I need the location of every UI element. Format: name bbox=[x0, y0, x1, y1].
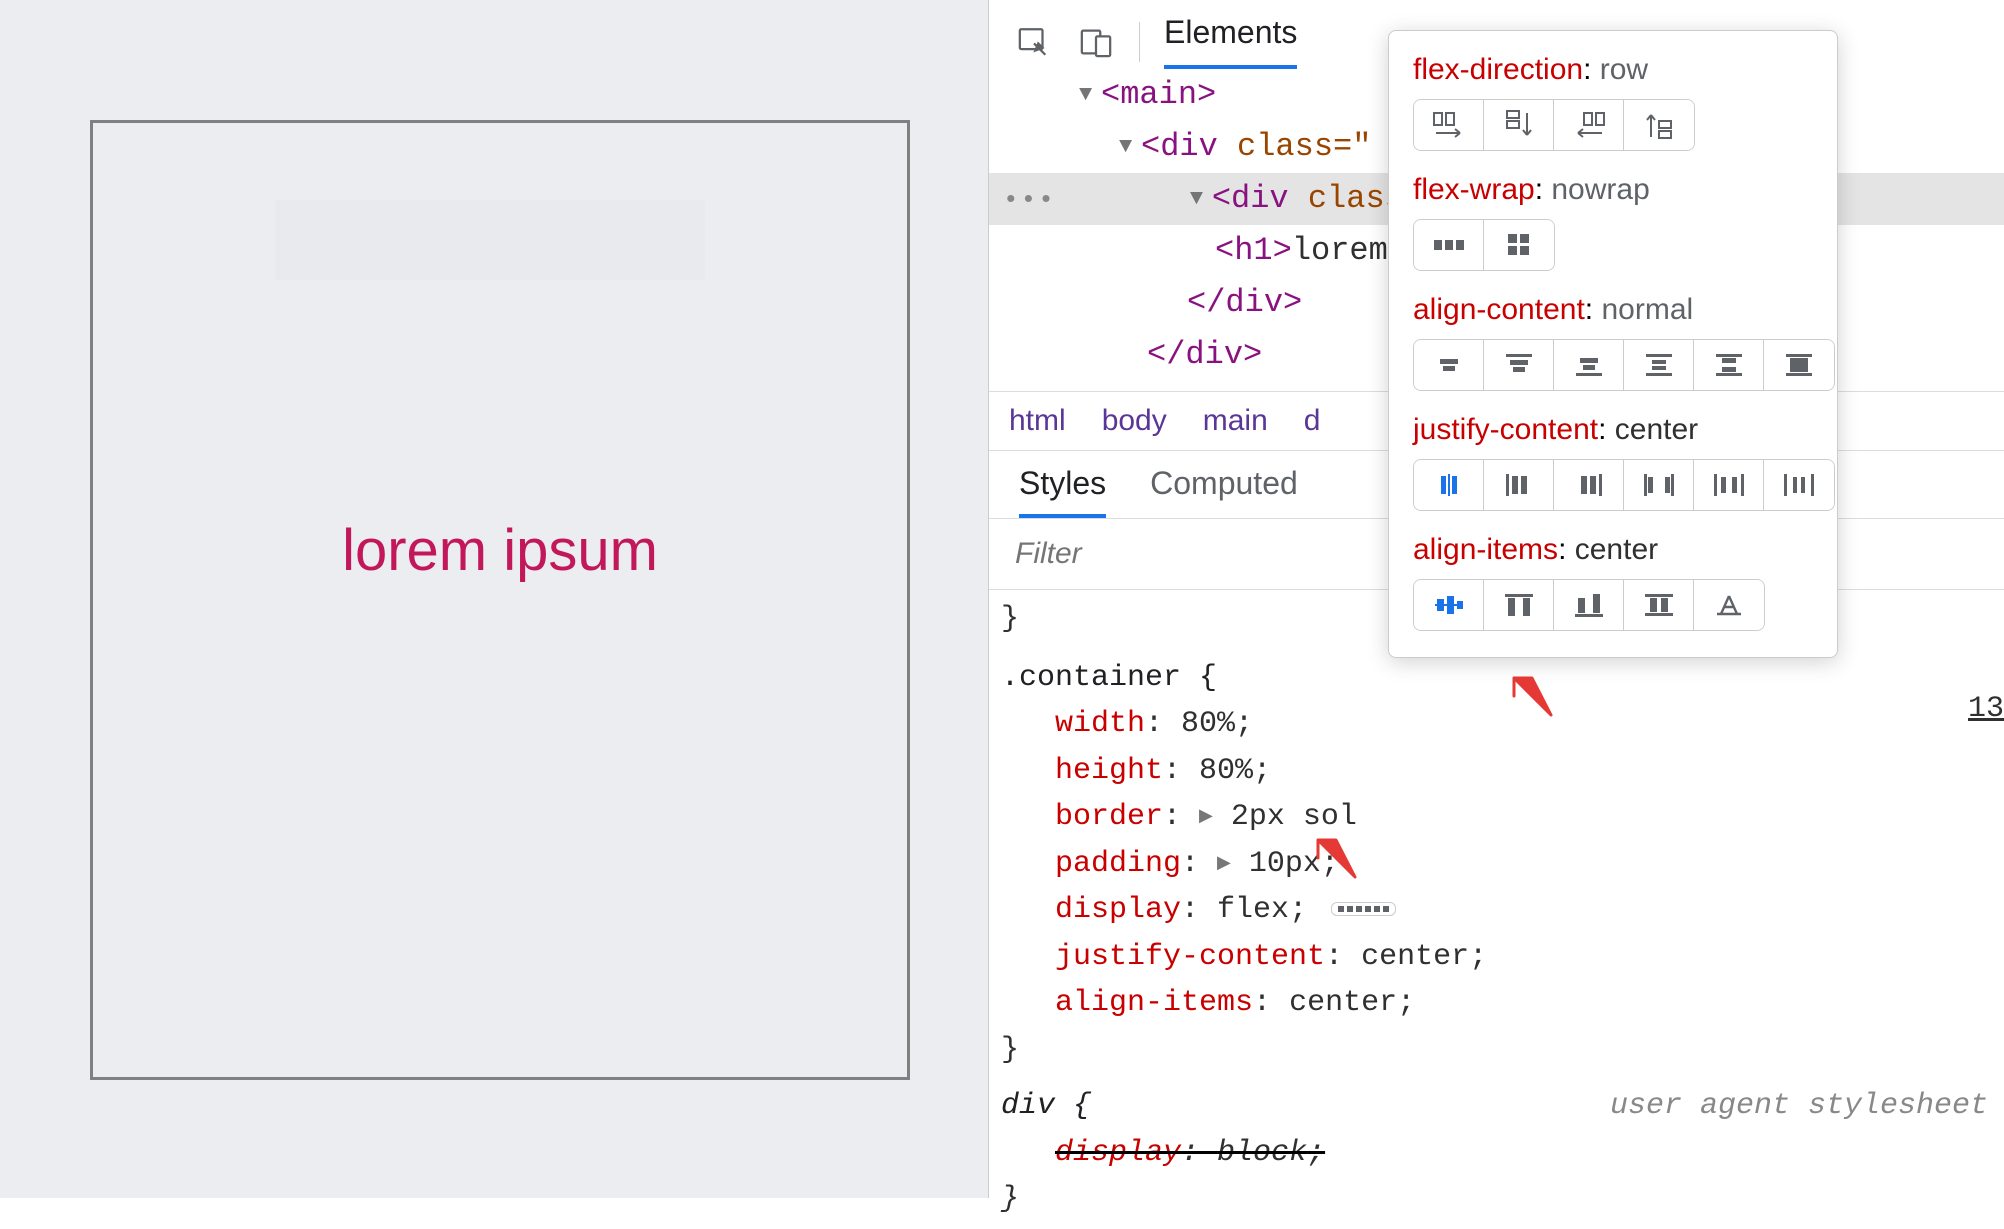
prop-flex-direction: flex-direction bbox=[1413, 53, 1583, 86]
flex-direction-column-icon[interactable] bbox=[1484, 100, 1554, 150]
justify-content-space-around-icon[interactable] bbox=[1694, 460, 1764, 510]
align-content-start-icon[interactable] bbox=[1484, 340, 1554, 390]
align-items-center-icon[interactable] bbox=[1414, 580, 1484, 630]
annotation-arrow-icon bbox=[1300, 822, 1370, 892]
align-items-baseline-icon[interactable] bbox=[1694, 580, 1764, 630]
prop-flex-wrap: flex-wrap bbox=[1413, 173, 1535, 206]
prop-align-items: align-items bbox=[1413, 533, 1558, 566]
align-items-stretch-icon[interactable] bbox=[1624, 580, 1694, 630]
align-content-space-between-icon[interactable] bbox=[1694, 340, 1764, 390]
tab-styles[interactable]: Styles bbox=[1019, 465, 1106, 518]
justify-content-center-icon[interactable] bbox=[1414, 460, 1484, 510]
align-items-start-icon[interactable] bbox=[1484, 580, 1554, 630]
device-icon[interactable] bbox=[1077, 23, 1115, 61]
justify-content-space-between-icon[interactable] bbox=[1624, 460, 1694, 510]
annotation-arrow-icon bbox=[1496, 660, 1566, 730]
flex-editor-icon[interactable] bbox=[1331, 902, 1396, 916]
align-content-space-around-icon[interactable] bbox=[1624, 340, 1694, 390]
crumb-body[interactable]: body bbox=[1102, 404, 1167, 438]
justify-content-start-icon[interactable] bbox=[1484, 460, 1554, 510]
expand-triangle-icon[interactable]: ▶ bbox=[1217, 851, 1231, 879]
justify-content-space-evenly-icon[interactable] bbox=[1764, 460, 1834, 510]
prop-justify-content: justify-content bbox=[1413, 413, 1598, 446]
flex-direction-column-reverse-icon[interactable] bbox=[1624, 100, 1694, 150]
flex-wrap-wrap-icon[interactable] bbox=[1484, 220, 1554, 270]
align-content-stretch-icon[interactable] bbox=[1764, 340, 1834, 390]
crumb-main[interactable]: main bbox=[1203, 404, 1268, 438]
justify-content-end-icon[interactable] bbox=[1554, 460, 1624, 510]
tab-computed[interactable]: Computed bbox=[1150, 465, 1298, 518]
flex-direction-row-reverse-icon[interactable] bbox=[1554, 100, 1624, 150]
selection-highlight bbox=[275, 200, 705, 280]
flexbox-editor-popup: flex-direction: row flex-wrap: nowrap al… bbox=[1388, 30, 1838, 658]
page-viewport: lorem ipsum bbox=[0, 0, 988, 1198]
inspect-icon[interactable] bbox=[1015, 23, 1053, 61]
align-items-end-icon[interactable] bbox=[1554, 580, 1624, 630]
tab-elements[interactable]: Elements bbox=[1164, 14, 1297, 69]
crumb-html[interactable]: html bbox=[1009, 404, 1066, 438]
ua-stylesheet-label: user agent stylesheet bbox=[1610, 1083, 1988, 1130]
prop-align-content: align-content bbox=[1413, 293, 1585, 326]
flex-wrap-nowrap-icon[interactable] bbox=[1414, 220, 1484, 270]
crumb-div[interactable]: d bbox=[1304, 404, 1321, 438]
ellipsis-icon[interactable]: ••• bbox=[1003, 185, 1064, 215]
line-number[interactable]: 13 bbox=[1968, 686, 2004, 733]
dom-main[interactable]: <main> bbox=[1101, 76, 1216, 113]
demo-heading: lorem ipsum bbox=[342, 517, 658, 584]
expand-triangle-icon[interactable]: ▶ bbox=[1199, 804, 1213, 832]
toolbar-separator bbox=[1139, 22, 1140, 62]
align-content-end-icon[interactable] bbox=[1554, 340, 1624, 390]
flex-direction-row-icon[interactable] bbox=[1414, 100, 1484, 150]
align-content-center-icon[interactable] bbox=[1414, 340, 1484, 390]
